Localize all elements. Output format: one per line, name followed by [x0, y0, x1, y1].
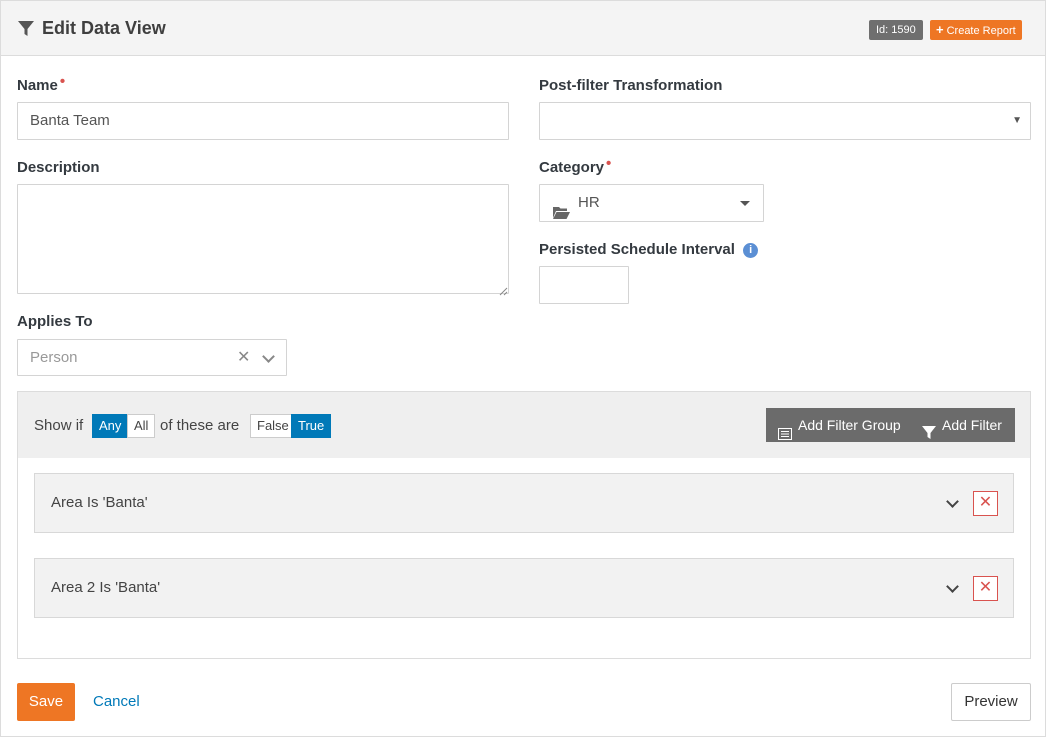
name-input[interactable]: Banta Team — [17, 102, 509, 140]
category-value: HR — [578, 194, 600, 211]
name-label: Name • — [17, 73, 65, 94]
remove-filter-button[interactable]: ✕ — [973, 576, 998, 601]
id-badge: Id: 1590 — [869, 20, 923, 40]
filter-icon — [922, 418, 936, 439]
required-indicator: • — [59, 73, 66, 90]
select-arrow-icon: ▼ — [1012, 115, 1022, 126]
plus-icon: + — [936, 22, 944, 37]
post-filter-label: Post-filter Transformation — [539, 77, 723, 94]
persisted-schedule-label: Persisted Schedule Interval i — [539, 241, 759, 258]
filter-row[interactable]: Area Is 'Banta' ✕ — [34, 473, 1014, 533]
add-filter-group-label: Add Filter Group — [798, 417, 901, 433]
resize-handle-icon[interactable] — [498, 283, 508, 296]
preview-button[interactable]: Preview — [951, 683, 1031, 721]
save-button[interactable]: Save — [17, 683, 75, 721]
description-textarea[interactable] — [17, 184, 509, 294]
info-icon[interactable]: i — [743, 243, 759, 258]
add-filter-button[interactable]: Add Filter — [910, 408, 1015, 442]
applies-to-select[interactable]: Person ✕ — [17, 339, 287, 376]
filter-header: Show if Any All of these are False True … — [18, 392, 1030, 458]
category-label-text: Category — [539, 159, 605, 176]
page-title: Edit Data View — [42, 18, 166, 38]
edit-data-view-panel: Edit Data View Id: 1590 + Create Report N… — [0, 0, 1046, 737]
folder-open-icon — [553, 197, 570, 219]
create-report-button[interactable]: + Create Report — [930, 20, 1022, 40]
category-picker[interactable]: HR — [539, 184, 764, 222]
add-filter-group-button[interactable]: Add Filter Group — [766, 408, 910, 442]
panel-heading: Edit Data View Id: 1590 + Create Report — [1, 1, 1045, 56]
add-filter-label: Add Filter — [942, 417, 1002, 433]
cancel-link[interactable]: Cancel — [93, 693, 140, 710]
create-report-label: Create Report — [946, 25, 1016, 37]
filter-area: Show if Any All of these are False True … — [17, 391, 1031, 659]
post-filter-select[interactable]: ▼ — [539, 102, 1031, 140]
false-toggle[interactable]: False — [250, 414, 296, 438]
applies-to-label: Applies To — [17, 313, 93, 330]
persisted-schedule-input[interactable] — [539, 266, 629, 304]
category-label: Category • — [539, 155, 611, 176]
description-label: Description — [17, 159, 100, 176]
of-these-are-text: of these are — [160, 417, 240, 434]
required-indicator: • — [606, 155, 612, 172]
filter-icon — [17, 20, 35, 38]
true-toggle[interactable]: True — [291, 414, 332, 438]
clear-icon[interactable]: ✕ — [237, 340, 250, 375]
list-icon — [778, 418, 792, 440]
applies-to-value: Person — [30, 349, 78, 366]
remove-filter-button[interactable]: ✕ — [973, 491, 998, 516]
all-toggle[interactable]: All — [127, 414, 156, 438]
persisted-schedule-label-text: Persisted Schedule Interval — [539, 241, 735, 258]
show-if-text: Show if — [34, 417, 84, 434]
name-label-text: Name — [17, 77, 58, 94]
caret-down-icon — [740, 201, 750, 206]
chevron-down-icon[interactable] — [946, 580, 959, 593]
any-toggle[interactable]: Any — [92, 414, 129, 438]
filter-row[interactable]: Area 2 Is 'Banta' ✕ — [34, 558, 1014, 618]
chevron-down-icon[interactable] — [262, 350, 275, 363]
filter-row-text: Area 2 Is 'Banta' — [51, 579, 161, 596]
chevron-down-icon[interactable] — [946, 495, 959, 508]
filter-row-text: Area Is 'Banta' — [51, 494, 148, 511]
